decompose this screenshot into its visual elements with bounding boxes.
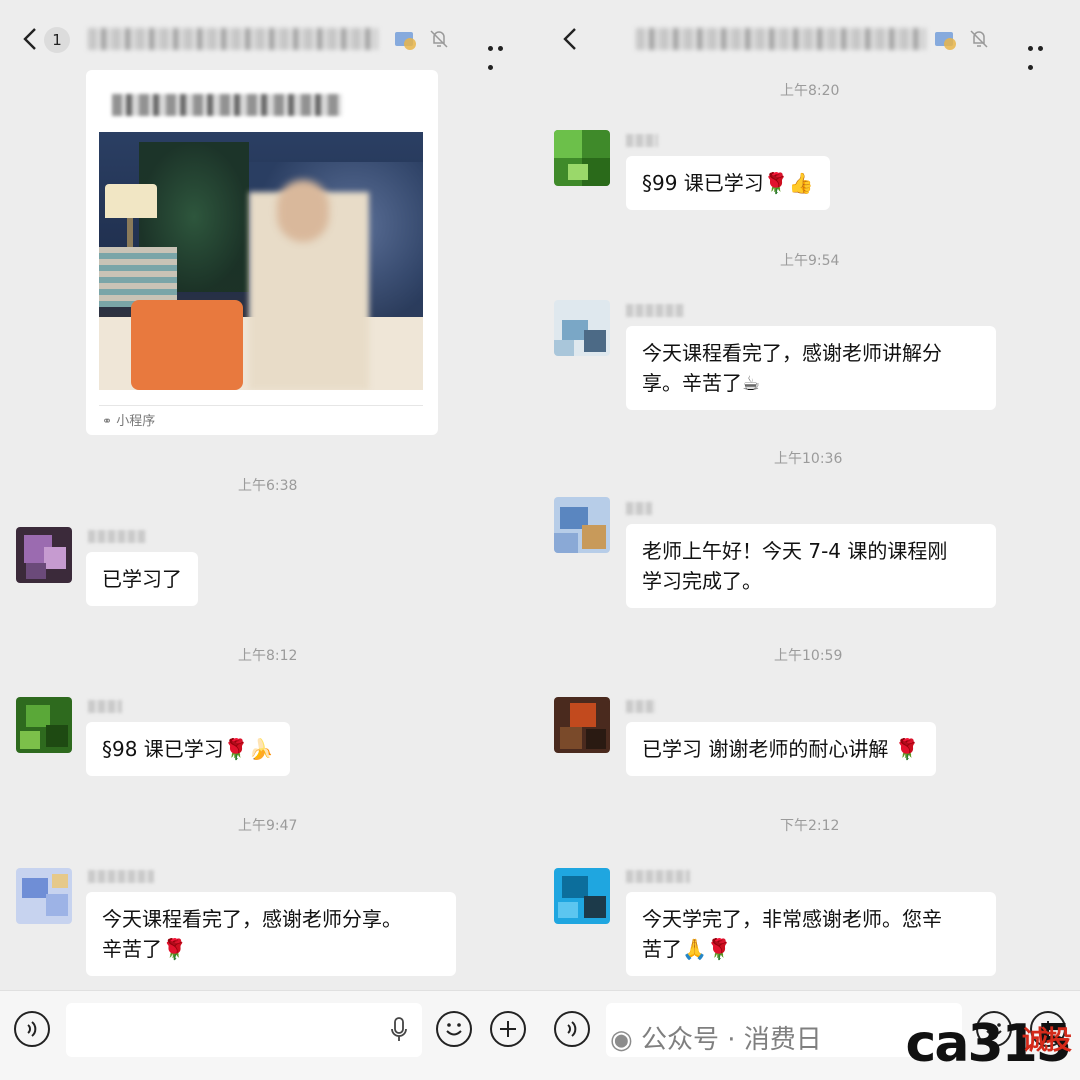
mini-program-label: ⚭ 小程序	[102, 414, 156, 429]
avatar[interactable]	[554, 868, 610, 924]
mute-bell-icon	[970, 30, 988, 48]
message-line: 今天学完了，非常感谢老师。您辛	[642, 907, 942, 931]
chat-panel-right: 上午8:20 §99 课已学习🌹👍 上午9:54 今天课程看完了，感谢老师讲解分…	[540, 0, 1080, 1080]
avatar[interactable]	[16, 697, 72, 753]
message-timestamp: 上午9:47	[238, 818, 298, 834]
microphone-icon[interactable]	[390, 1017, 408, 1043]
message-bubble: 已学习了	[86, 552, 198, 606]
nickname-blurred	[88, 700, 122, 713]
nickname-blurred	[626, 304, 684, 317]
nickname-blurred	[88, 530, 146, 543]
wechat-logo-icon: ◉	[610, 1025, 633, 1055]
chat-header	[540, 0, 1080, 78]
avatar[interactable]	[554, 300, 610, 356]
input-bar	[0, 990, 540, 1080]
input-bar: ◉ 公众号 · 消费日 ca315 诚投	[540, 990, 1080, 1080]
avatar[interactable]	[554, 497, 610, 553]
mini-program-title-blurred	[112, 94, 342, 116]
avatar[interactable]	[16, 868, 72, 924]
message-line: 学习完成了。	[642, 569, 762, 593]
message-line: 今天课程看完了，感谢老师讲解分	[642, 341, 942, 365]
avatar[interactable]	[16, 527, 72, 583]
avatar[interactable]	[554, 697, 610, 753]
mute-bell-icon	[430, 30, 448, 48]
message-timestamp: 上午10:36	[774, 451, 843, 467]
chat-title-blurred	[88, 28, 378, 50]
voice-toggle-icon[interactable]	[554, 1011, 590, 1047]
message-bubble: 今天课程看完了，感谢老师分享。 辛苦了🌹	[86, 892, 456, 976]
more-options-icon[interactable]	[1028, 36, 1056, 70]
message-line: 今天课程看完了，感谢老师分享。	[102, 907, 402, 931]
message-bubble: §98 课已学习🌹🍌	[86, 722, 290, 776]
avatar[interactable]	[554, 130, 610, 186]
nickname-blurred	[88, 870, 154, 883]
nickname-blurred	[626, 700, 656, 713]
message-line: 辛苦了🌹	[102, 937, 187, 961]
message-line: 老师上午好！今天 7-4 课的课程刚	[642, 539, 948, 563]
mini-program-card[interactable]: ⚭ 小程序	[86, 70, 438, 435]
chat-header: 1	[0, 0, 540, 78]
message-bubble: 老师上午好！今天 7-4 课的课程刚 学习完成了。	[626, 524, 996, 608]
watermark-logo: ca315 诚投	[905, 1014, 1072, 1074]
mini-program-icon: ⚭	[102, 414, 113, 428]
chat-title-blurred	[636, 28, 926, 50]
message-timestamp: 上午10:59	[774, 648, 843, 664]
unread-count-badge: 1	[44, 27, 70, 53]
divider	[99, 405, 423, 406]
message-timestamp: 上午6:38	[238, 478, 298, 494]
message-timestamp: 上午8:20	[780, 83, 840, 99]
back-arrow-icon[interactable]	[560, 26, 580, 52]
message-timestamp: 下午2:12	[780, 818, 840, 834]
nickname-blurred	[626, 502, 652, 515]
group-status-icon	[395, 32, 416, 50]
message-line: 苦了🙏🌹	[642, 937, 732, 961]
message-bubble: 今天课程看完了，感谢老师讲解分 享。辛苦了☕	[626, 326, 996, 410]
message-bubble: §99 课已学习🌹👍	[626, 156, 830, 210]
chat-panel-left: 1 ⚭ 小程序 上午6:38 已学习了 上午8:12 §98 课已学习🌹🍌 上午…	[0, 0, 540, 1080]
message-line: 享。辛苦了☕	[642, 371, 760, 395]
add-icon[interactable]	[490, 1011, 526, 1047]
message-timestamp: 上午9:54	[780, 253, 840, 269]
voice-toggle-icon[interactable]	[14, 1011, 50, 1047]
back-arrow-icon[interactable]	[20, 26, 40, 52]
more-options-icon[interactable]	[488, 36, 516, 70]
message-bubble: 已学习 谢谢老师的耐心讲解 🌹	[626, 722, 936, 776]
message-input[interactable]	[66, 1003, 422, 1057]
mini-program-thumbnail	[99, 132, 423, 390]
nickname-blurred	[626, 870, 690, 883]
message-timestamp: 上午8:12	[238, 648, 298, 664]
group-status-icon	[935, 32, 956, 50]
nickname-blurred	[626, 134, 658, 147]
message-bubble: 今天学完了，非常感谢老师。您辛 苦了🙏🌹	[626, 892, 996, 976]
watermark-text: ◉ 公众号 · 消费日	[610, 1025, 822, 1055]
emoji-icon[interactable]	[436, 1011, 472, 1047]
